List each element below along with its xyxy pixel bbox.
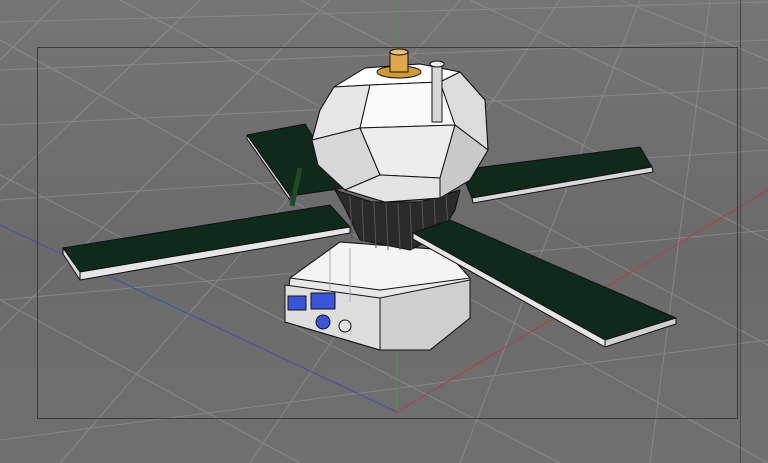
satellite-model[interactable] — [62, 48, 677, 351]
antenna-icon — [429, 60, 445, 123]
base-screen-left — [287, 295, 307, 311]
satellite-body[interactable] — [311, 63, 489, 203]
base-box[interactable] — [284, 241, 471, 351]
solar-panel-back-right[interactable] — [459, 146, 654, 204]
3d-viewport[interactable] — [0, 0, 768, 463]
viewport-canvas[interactable] — [0, 0, 768, 463]
origin-marker — [395, 410, 399, 414]
base-screen-right — [310, 292, 336, 310]
base-knob-icon — [315, 314, 331, 330]
base-gear-icon — [338, 319, 352, 333]
